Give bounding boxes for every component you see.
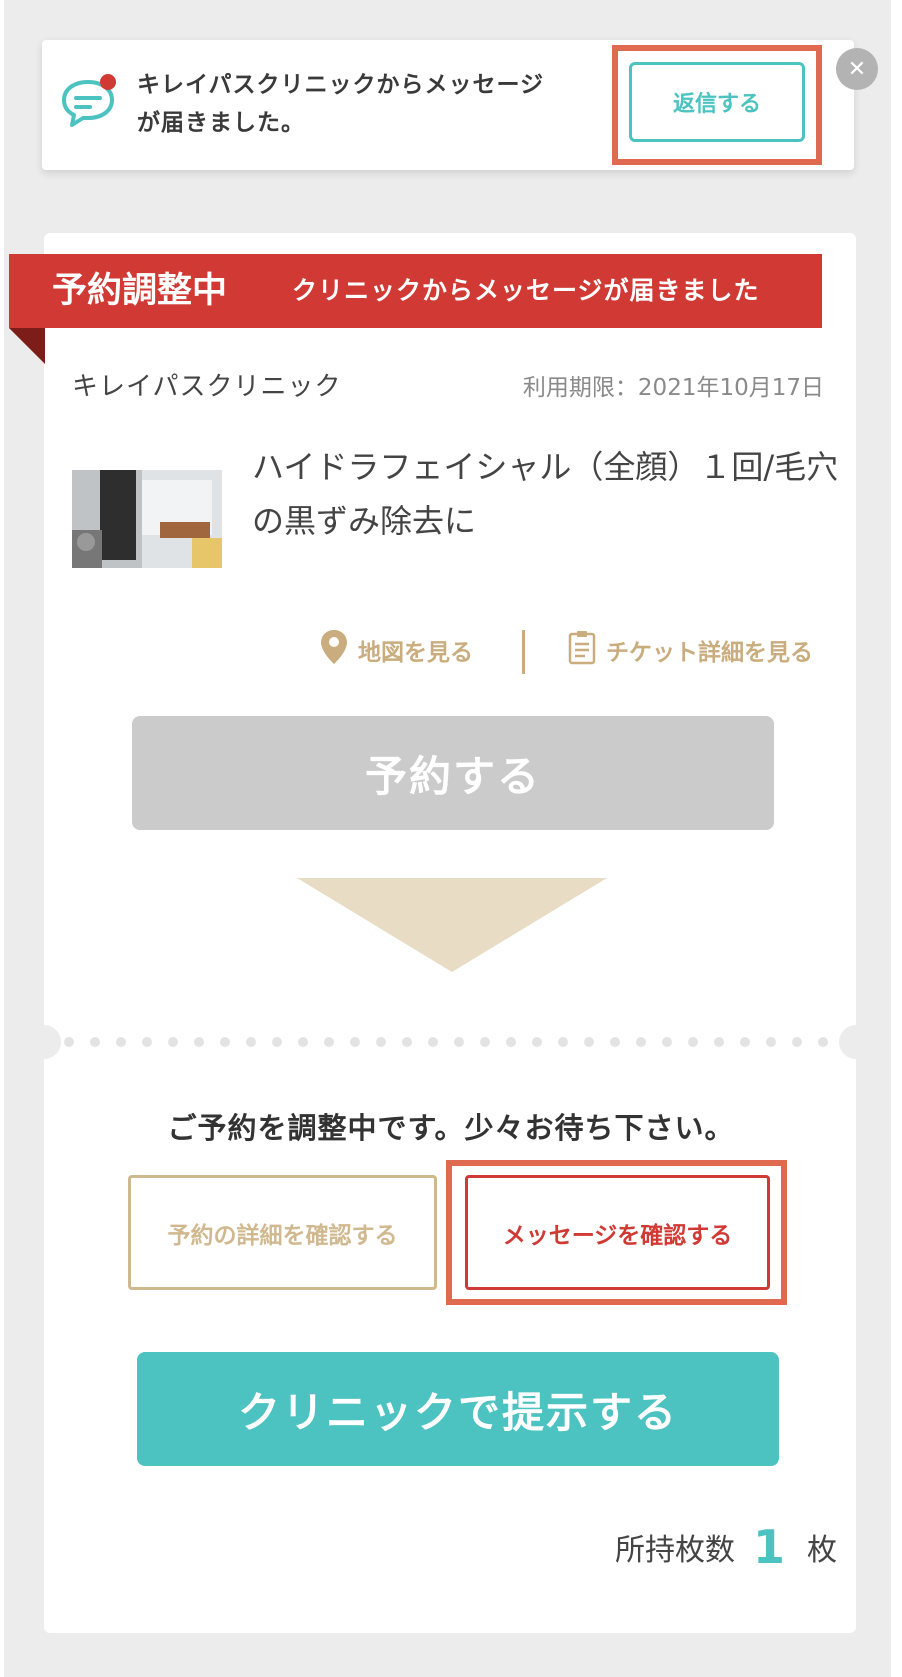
reserve-button[interactable]: 予約する [132,716,774,830]
notification-message: キレイパスクリニックからメッセージが届きました。 [137,72,545,136]
ticket-perforation [27,1023,873,1061]
message-bubble-icon [58,70,122,134]
ticket-detail-link-label: チケット詳細を見る [606,640,813,666]
status-message: クリニックからメッセージが届きました [292,276,760,305]
present-at-clinic-button[interactable]: クリニックで提示する [137,1352,779,1466]
map-pin-icon [320,629,358,671]
ribbon-fold [9,328,45,364]
treatment-thumbnail [72,470,222,568]
link-divider [522,630,525,674]
ticket-detail-link[interactable]: チケット詳細を見る [568,628,813,672]
close-icon[interactable]: ✕ [836,48,878,90]
map-link-label: 地図を見る [358,640,473,666]
ticket-title: ハイドラフェイシャル（全顔）１回/毛穴の黒ずみ除去に [252,448,839,540]
map-link[interactable]: 地図を見る [320,628,473,672]
message-notification: キレイパスクリニックからメッセージが届きました。 返信する ✕ [42,40,878,170]
view-message-button[interactable]: メッセージを確認する [465,1175,770,1290]
owned-count-suffix: 枚 [807,1533,837,1568]
reservation-detail-button[interactable]: 予約の詳細を確認する [128,1175,437,1290]
expiry-date: 利用期限：2021年10月17日 [522,375,824,401]
owned-count-value: 1 [752,1520,785,1574]
waiting-message: ご予約を調整中です。少々お待ち下さい。 [167,1111,735,1145]
clinic-name: キレイパスクリニック [72,372,342,402]
clipboard-icon [568,629,606,671]
reply-button[interactable]: 返信する [629,62,805,142]
owned-ticket-count: 所持枚数 1 枚 [615,1520,837,1574]
status-badge: 予約調整中 [52,271,228,311]
down-arrow-icon [297,878,607,972]
owned-count-prefix: 所持枚数 [614,1533,735,1568]
